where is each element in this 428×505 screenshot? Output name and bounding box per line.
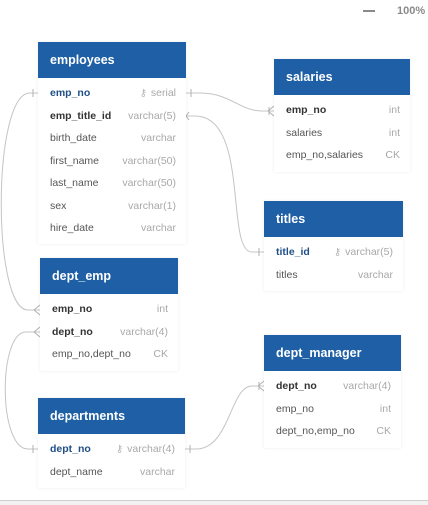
field-name: emp_title_id — [50, 109, 112, 122]
table-header[interactable]: titles — [264, 201, 403, 237]
field-name: emp_no,dept_no — [52, 348, 131, 360]
field-type: varchar — [357, 268, 393, 281]
link-departments-dept-emp — [4, 331, 40, 450]
link-employees-dept-emp — [0, 92, 40, 311]
table-dept-manager[interactable]: dept_manager dept_no varchar(4) emp_no i… — [264, 335, 401, 448]
field-row[interactable]: dept_no varchar(4) — [40, 321, 178, 344]
field-type: varchar(1) — [128, 199, 176, 212]
field-name: title_id — [276, 246, 310, 258]
field-type: varchar(4) — [343, 380, 391, 392]
field-name: first_name — [50, 154, 100, 167]
field-row[interactable]: emp_no,dept_no CK — [40, 343, 178, 366]
table-departments[interactable]: departments dept_no ⚷ varchar(4) dept_nam… — [38, 398, 185, 488]
link-departments-dept-manager — [185, 385, 264, 450]
field-name: emp_no — [286, 104, 327, 116]
field-name: salaries — [286, 126, 323, 139]
table-dept-emp[interactable]: dept_emp emp_no int dept_no varchar(4) e… — [40, 258, 178, 371]
link-employees-salaries — [186, 92, 274, 112]
field-row[interactable]: titles varchar — [264, 264, 403, 287]
field-name: dept_no — [50, 443, 91, 455]
table-header[interactable]: salaries — [274, 59, 410, 95]
field-type: varchar — [139, 465, 175, 478]
zoom-level[interactable]: 100% — [397, 5, 425, 17]
field-type: varchar(50) — [122, 154, 176, 167]
field-name: dept_no — [52, 325, 93, 338]
field-type-text: varchar(4) — [127, 443, 175, 455]
field-type: ⚷ varchar(4) — [116, 438, 175, 462]
field-row[interactable]: hire_date varchar — [38, 217, 186, 240]
table-header[interactable]: departments — [38, 398, 185, 434]
field-type: int — [388, 104, 400, 116]
table-titles[interactable]: titles title_id ⚷ varchar(5) titles varch… — [264, 201, 403, 291]
field-row[interactable]: emp_no,salaries CK — [274, 144, 410, 167]
field-type-text: varchar(5) — [345, 246, 393, 258]
field-type: varchar — [140, 222, 176, 234]
table-header[interactable]: employees — [38, 42, 186, 78]
field-row[interactable]: emp_title_id varchar(5) — [38, 105, 186, 128]
field-name: birth_date — [50, 132, 97, 144]
field-name: emp_no,salaries — [286, 149, 364, 161]
field-row[interactable]: emp_no ⚷ serial — [38, 82, 186, 105]
field-type: ⚷ serial — [140, 82, 176, 106]
field-row[interactable]: birth_date varchar — [38, 127, 186, 150]
link-employees-titles — [186, 115, 264, 253]
field-type: CK — [376, 425, 391, 437]
field-name: sex — [50, 199, 67, 212]
field-type: ⚷ varchar(5) — [334, 241, 393, 265]
field-row[interactable]: salaries int — [274, 122, 410, 145]
diagram-canvas[interactable]: employees emp_no ⚷ serial emp_title_id va… — [0, 0, 428, 500]
table-header[interactable]: dept_manager — [264, 335, 401, 371]
table-header[interactable]: dept_emp — [40, 258, 178, 294]
field-type: varchar — [140, 132, 176, 144]
field-row[interactable]: emp_no int — [264, 398, 401, 421]
field-type-text: serial — [150, 87, 176, 99]
field-row[interactable]: dept_no,emp_no CK — [264, 420, 401, 443]
field-name: titles — [276, 268, 298, 281]
field-type: CK — [153, 348, 168, 360]
field-name: dept_no,emp_no — [276, 425, 355, 437]
field-type: int — [388, 126, 400, 139]
field-row[interactable]: first_name varchar(50) — [38, 150, 186, 173]
field-name: hire_date — [50, 222, 94, 234]
table-employees[interactable]: employees emp_no ⚷ serial emp_title_id va… — [38, 42, 186, 244]
field-row[interactable]: dept_no ⚷ varchar(4) — [38, 438, 185, 461]
field-name: emp_no — [52, 303, 93, 315]
field-type: varchar(4) — [120, 325, 168, 338]
field-row[interactable]: last_name varchar(50) — [38, 172, 186, 195]
key-icon: ⚷ — [139, 88, 147, 99]
field-type: varchar(50) — [122, 177, 176, 189]
field-type: int — [379, 402, 391, 415]
field-name: dept_no — [276, 380, 317, 392]
field-row[interactable]: emp_no int — [274, 99, 410, 122]
field-row[interactable]: dept_no varchar(4) — [264, 375, 401, 398]
field-type: int — [156, 303, 168, 315]
field-type: CK — [385, 149, 400, 161]
table-salaries[interactable]: salaries emp_no int salaries int emp_no,… — [274, 59, 410, 172]
field-row[interactable]: dept_name varchar — [38, 461, 185, 484]
key-icon: ⚷ — [333, 247, 342, 258]
zoom-out-button[interactable] — [363, 10, 375, 12]
key-icon: ⚷ — [115, 444, 124, 455]
field-name: dept_name — [50, 465, 103, 478]
field-name: emp_no — [50, 87, 91, 99]
field-name: emp_no — [276, 402, 314, 415]
field-row[interactable]: sex varchar(1) — [38, 195, 186, 218]
field-type: varchar(5) — [128, 109, 176, 122]
field-row[interactable]: emp_no int — [40, 298, 178, 321]
field-name: last_name — [50, 177, 99, 189]
field-row[interactable]: title_id ⚷ varchar(5) — [264, 241, 403, 264]
canvas-bottom-border — [0, 500, 428, 501]
